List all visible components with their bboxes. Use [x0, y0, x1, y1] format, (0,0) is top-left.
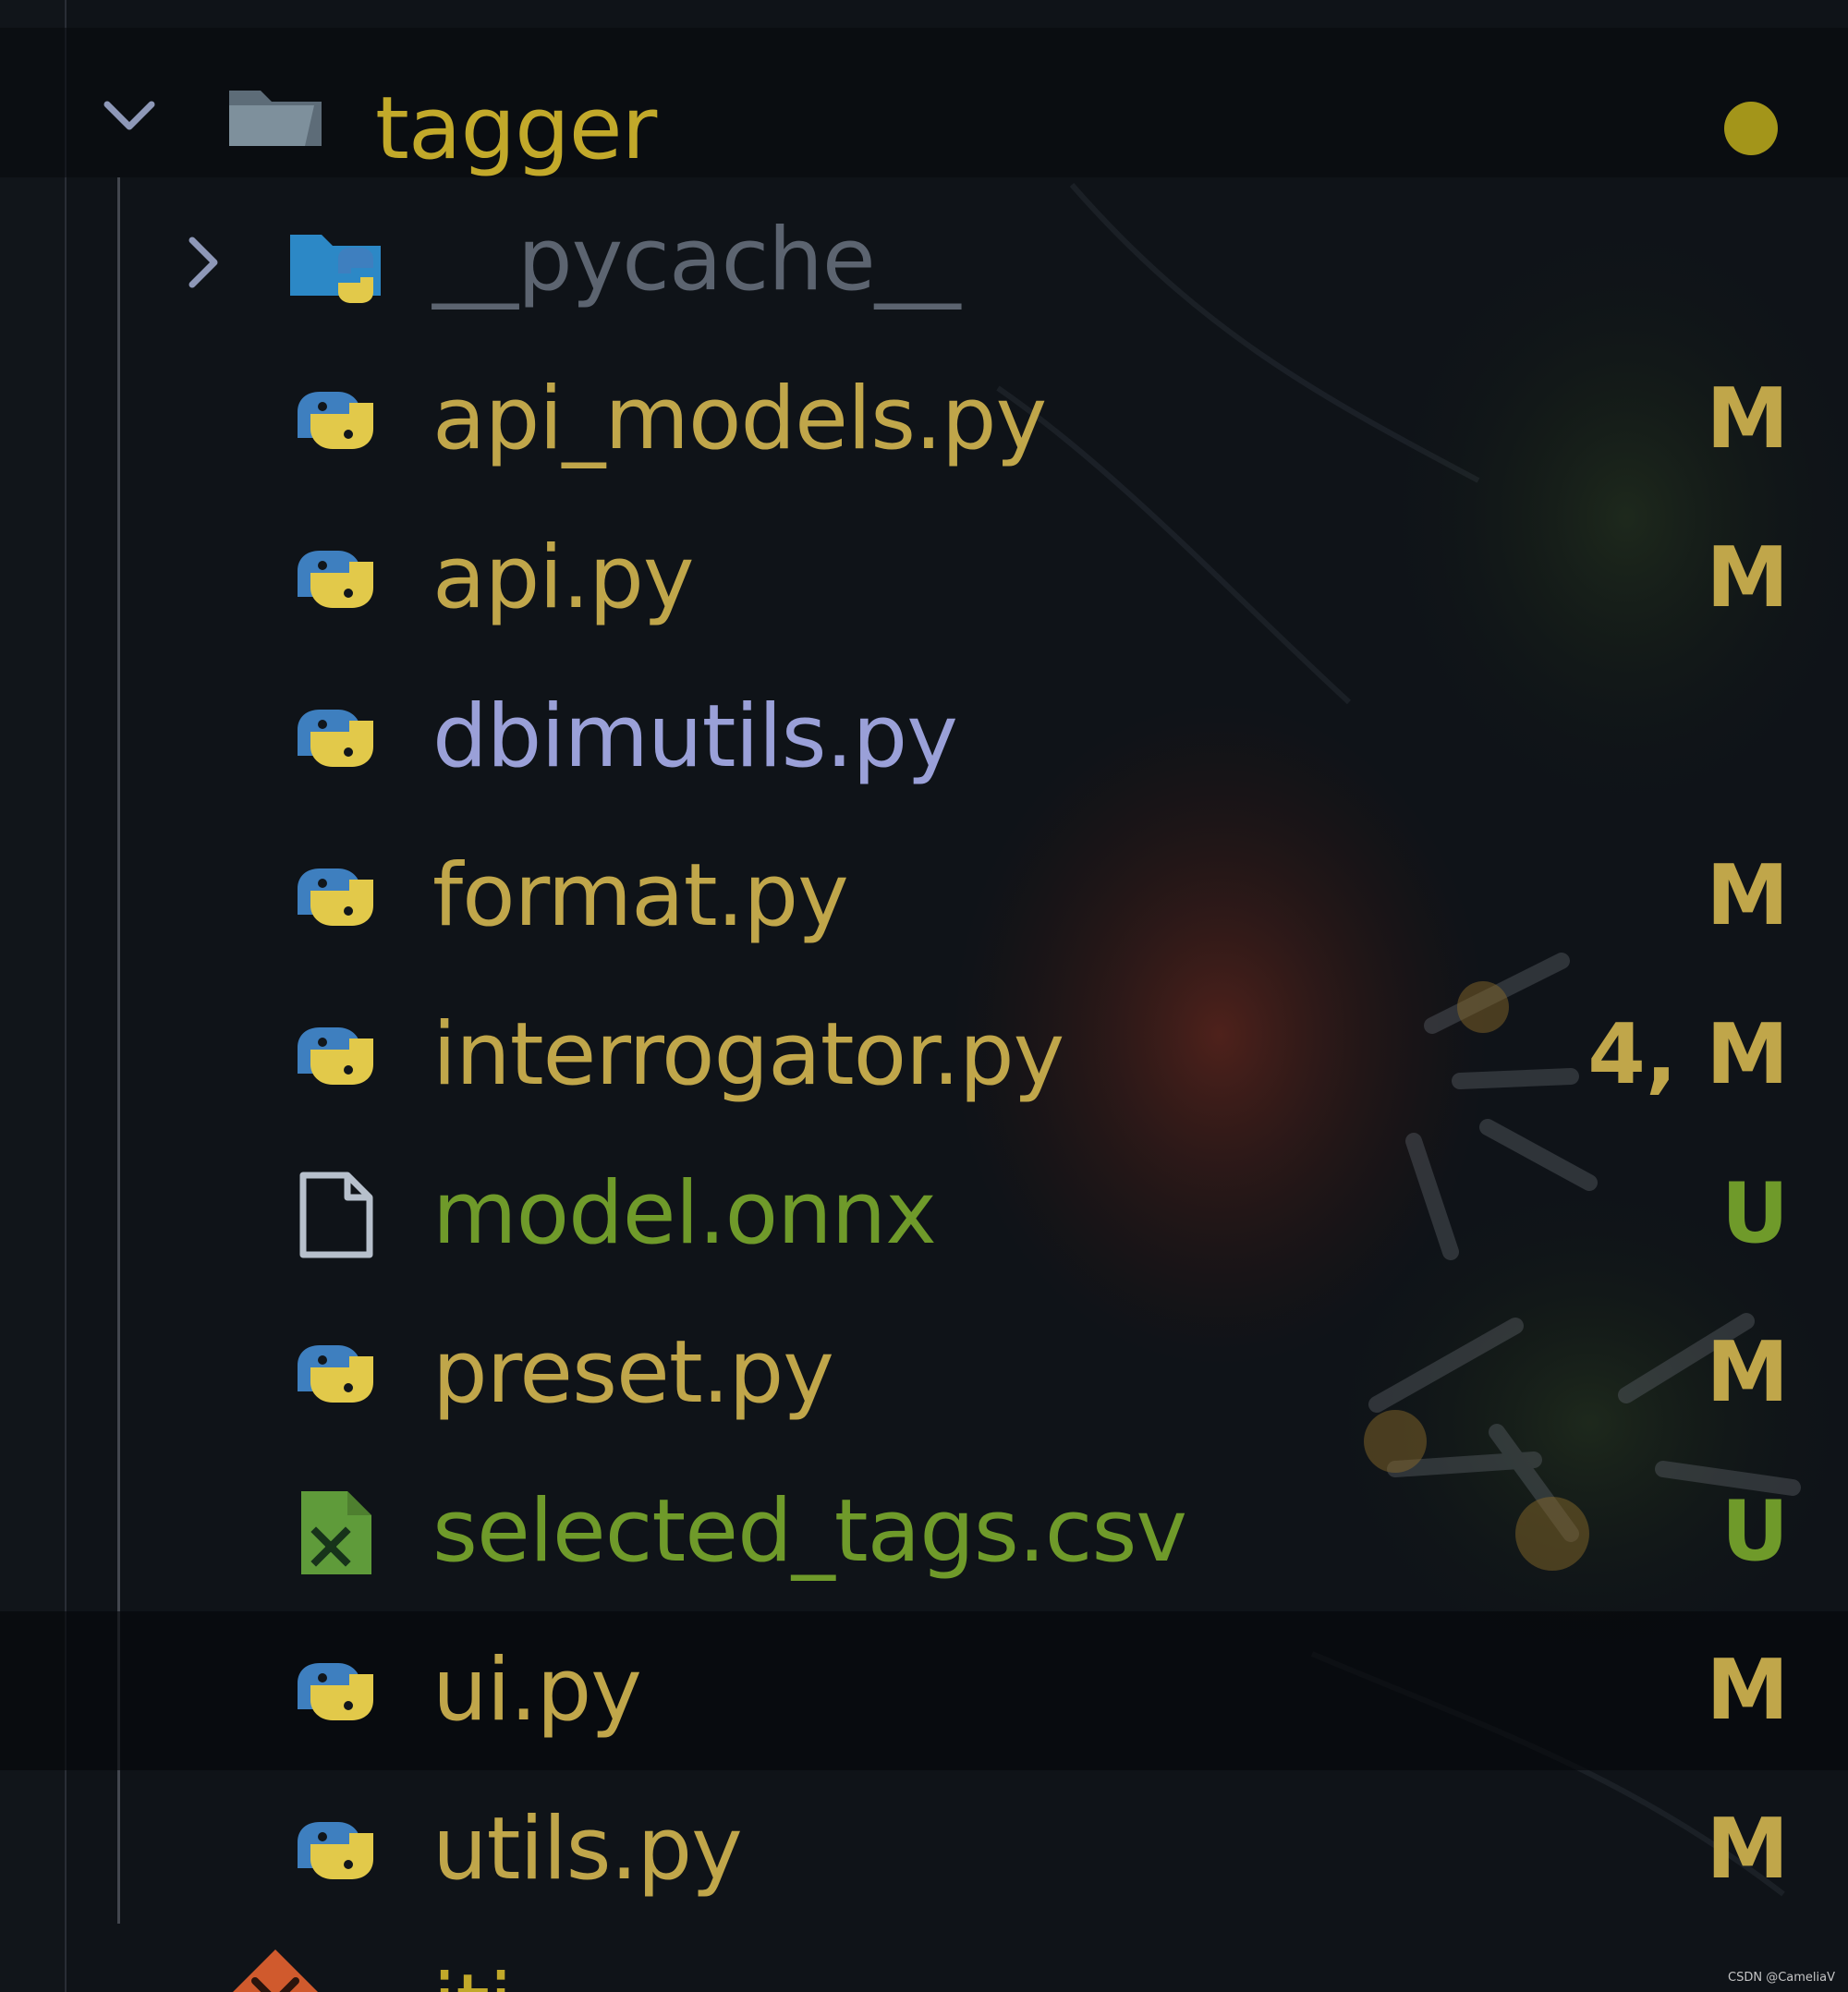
- git-icon: [222, 1944, 331, 1992]
- watermark: CSDN @CameliaV: [1728, 1971, 1835, 1985]
- tree-row-api-models[interactable]: api_models.py M: [0, 340, 1848, 499]
- tree-row-selected-tags[interactable]: selected_tags.csv U: [0, 1452, 1848, 1611]
- file-name: ui.py: [432, 1640, 642, 1741]
- csv-icon: [281, 1478, 390, 1587]
- file-name: api_models.py: [432, 369, 1047, 469]
- tree-row-model-onnx[interactable]: model.onnx U: [0, 1135, 1848, 1294]
- tree-row-partial[interactable]: iti: [0, 1940, 1848, 1992]
- git-status-badge: M: [1706, 1324, 1789, 1421]
- python-icon: [281, 1637, 390, 1746]
- folder-name: tagger: [375, 79, 657, 179]
- python-icon: [281, 1002, 390, 1111]
- file-name: iti: [432, 1951, 513, 1992]
- file-name: interrogator.py: [432, 1004, 1064, 1105]
- tree-row-ui[interactable]: ui.py M: [0, 1611, 1848, 1770]
- file-name: utils.py: [432, 1799, 743, 1900]
- tree-row-dbimutils[interactable]: dbimutils.py: [0, 658, 1848, 817]
- file-name: model.onnx: [432, 1163, 937, 1264]
- python-icon: [281, 525, 390, 634]
- python-icon: [281, 366, 390, 475]
- modified-dot: [1724, 102, 1778, 155]
- tree-row-utils[interactable]: utils.py M: [0, 1770, 1848, 1929]
- python-icon: [281, 684, 390, 793]
- git-status-badge: M: [1706, 1642, 1789, 1739]
- python-icon: [281, 843, 390, 952]
- git-status-badge: M: [1706, 847, 1789, 944]
- folder-open-icon: [222, 59, 331, 168]
- python-icon: [281, 1796, 390, 1905]
- tree-row-pycache[interactable]: __pycache__: [0, 181, 1848, 340]
- file-name: preset.py: [432, 1322, 834, 1423]
- git-status-badge: M: [1706, 529, 1789, 626]
- tree-row-format[interactable]: format.py M: [0, 817, 1848, 976]
- chevron-down-icon[interactable]: [100, 86, 159, 145]
- file-name: format.py: [432, 845, 849, 946]
- file-name: dbimutils.py: [432, 686, 958, 787]
- file-name: selected_tags.csv: [432, 1481, 1187, 1582]
- tree-row-api[interactable]: api.py M: [0, 499, 1848, 658]
- file-name: __pycache__: [432, 210, 961, 310]
- chevron-right-icon[interactable]: [174, 233, 233, 292]
- tree-row-interrogator[interactable]: interrogator.py 4, M: [0, 976, 1848, 1135]
- git-status-badge: 4, M: [1587, 1006, 1789, 1103]
- python-icon: [281, 1319, 390, 1428]
- git-status-badge: U: [1720, 1483, 1789, 1580]
- git-status-badge: U: [1720, 1165, 1789, 1262]
- git-status-badge: M: [1706, 1801, 1789, 1898]
- file-name: api.py: [432, 528, 695, 628]
- tree-row-preset[interactable]: preset.py M: [0, 1294, 1848, 1452]
- git-status-badge: M: [1706, 370, 1789, 468]
- file-explorer: tagger __pycache__ api_models.py M api.p…: [0, 0, 1848, 1992]
- file-icon: [281, 1160, 390, 1269]
- python-folder-icon: [281, 207, 390, 316]
- tree-row-tagger[interactable]: tagger: [0, 28, 1848, 179]
